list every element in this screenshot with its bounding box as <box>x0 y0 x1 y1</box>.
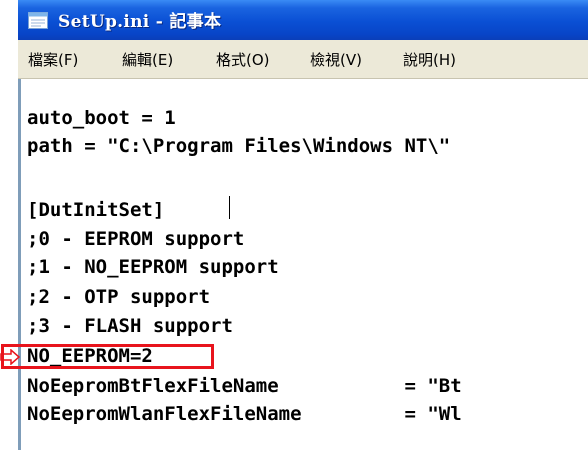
menu-file[interactable]: 檔案(F) <box>28 49 78 70</box>
menu-help[interactable]: 說明(H) <box>403 49 456 70</box>
text-cursor <box>229 196 230 219</box>
menu-bar: 檔案(F) 編輯(E) 格式(O) 檢視(V) 說明(H) <box>18 40 588 79</box>
text-line: path = "C:\Program Files\Windows NT\" <box>27 135 451 157</box>
title-bar[interactable]: SetUp.ini - 記事本 <box>18 0 588 40</box>
text-line: ;1 - NO_EEPROM support <box>27 256 279 278</box>
menu-edit[interactable]: 編輯(E) <box>122 49 173 70</box>
window-title: SetUp.ini - 記事本 <box>58 12 222 32</box>
pointer-arrow-icon <box>0 349 20 365</box>
text-line: [DutInitSet] <box>27 199 165 221</box>
notepad-window: SetUp.ini - 記事本 檔案(F) 編輯(E) 格式(O) 檢視(V) … <box>18 0 588 450</box>
text-line: ;3 - FLASH support <box>27 315 233 337</box>
text-editor-area[interactable]: auto_boot = 1 path = "C:\Program Files\W… <box>18 79 588 450</box>
text-line: NoEepromWlanFlexFileName = "Wl <box>27 403 462 425</box>
text-line: ;0 - EEPROM support <box>27 228 245 250</box>
menu-view[interactable]: 檢視(V) <box>310 49 362 70</box>
highlight-box <box>1 344 214 369</box>
notepad-icon <box>28 12 48 29</box>
text-line: ;2 - OTP support <box>27 286 211 308</box>
text-line: NoEepromBtFlexFileName = "Bt <box>27 375 462 397</box>
text-line: auto_boot = 1 <box>27 107 176 129</box>
menu-format[interactable]: 格式(O) <box>216 49 270 70</box>
